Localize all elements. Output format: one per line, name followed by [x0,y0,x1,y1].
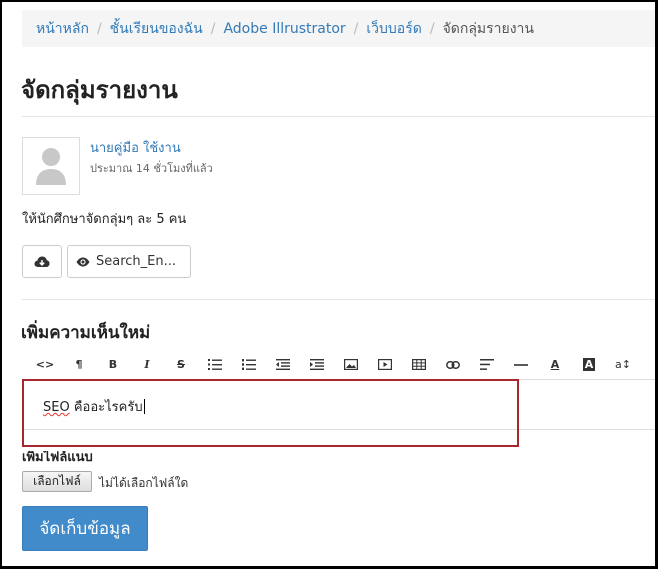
choose-file-button[interactable]: เลือกไฟล์ [22,471,92,492]
horizontal-rule-button[interactable] [504,352,538,378]
code-icon: <> [35,358,55,371]
cloud-download-icon [34,256,50,267]
horizontal-rule-icon [514,363,528,366]
post-author-link[interactable]: นายคู่มือ ใช้งาน [90,137,181,158]
breadcrumb-current: จัดกลุ่มรายงาน [442,20,534,37]
italic-icon: I [144,358,150,371]
outdent-button[interactable] [266,352,300,378]
insert-image-button[interactable] [334,352,368,378]
breadcrumb-my-classes[interactable]: ชั้นเรียนของฉัน [110,18,203,40]
submit-button[interactable]: จัดเก็บข้อมูล [22,506,148,551]
breadcrumb-separator: / [96,20,102,37]
post-timestamp: ประมาณ 14 ชั่วโมงที่แล้ว [90,162,213,175]
new-comment-title: เพิ่มความเห็นใหม่ [21,323,151,343]
insert-video-button[interactable] [368,352,402,378]
divider [22,299,655,300]
video-icon [378,359,392,370]
background-color-button[interactable]: A [572,352,606,378]
code-view-button[interactable]: <> [28,352,62,378]
breadcrumb-home[interactable]: หน้าหลัก [36,18,89,40]
attachment-button[interactable]: Search_En... [67,245,191,278]
background-color-icon: A [582,358,596,371]
outdent-icon [276,359,290,370]
attach-file-label: เพิ่มไฟล์แนบ [22,450,93,465]
bulleted-list-button[interactable] [198,352,232,378]
breadcrumb-separator: / [210,20,216,37]
page-title: จัดกลุ่มรายงาน [21,76,178,104]
editor-toolbar: <> ¶ B I S A A a↕ [22,350,655,380]
download-button[interactable] [22,245,62,278]
font-size-button[interactable]: a↕ [606,352,640,378]
bold-button[interactable]: B [96,352,130,378]
text-color-button[interactable]: A [538,352,572,378]
post-body: ให้นักศึกษาจัดกลุ่มๆ ละ 5 คน [22,212,187,227]
strikethrough-button[interactable]: S [164,352,198,378]
insert-link-button[interactable] [436,352,470,378]
user-icon [36,148,66,185]
insert-table-button[interactable] [402,352,436,378]
eye-icon [76,257,90,266]
italic-button[interactable]: I [130,352,164,378]
font-size-icon: a↕ [615,358,631,371]
breadcrumb-webboard[interactable]: เว็บบอร์ด [366,18,421,40]
table-icon [412,359,426,370]
breadcrumb-separator: / [353,20,359,37]
indent-button[interactable] [300,352,334,378]
align-left-icon [480,359,494,370]
bold-icon: B [108,358,118,371]
link-icon [446,360,460,369]
indent-icon [310,359,324,370]
strikethrough-icon: S [177,358,185,371]
avatar [22,137,80,195]
annotation-highlight-box [22,379,519,447]
window-frame: หน้าหลัก / ชั้นเรียนของฉัน / Adobe Illru… [0,0,658,569]
numbered-list-icon [242,359,256,370]
file-status-text: ไม่ได้เลือกไฟล์ใด [99,476,189,490]
attachment-label: Search_En... [96,254,177,269]
paragraph-icon: ¶ [75,358,83,371]
text-color-icon: A [550,358,560,371]
numbered-list-button[interactable] [232,352,266,378]
breadcrumb: หน้าหลัก / ชั้นเรียนของฉัน / Adobe Illru… [22,10,655,47]
divider [22,116,655,117]
breadcrumb-course[interactable]: Adobe Illrustrator [223,21,345,37]
breadcrumb-separator: / [429,20,435,37]
paragraph-button[interactable]: ¶ [62,352,96,378]
align-button[interactable] [470,352,504,378]
bulleted-list-icon [208,359,222,370]
image-icon [344,359,358,370]
